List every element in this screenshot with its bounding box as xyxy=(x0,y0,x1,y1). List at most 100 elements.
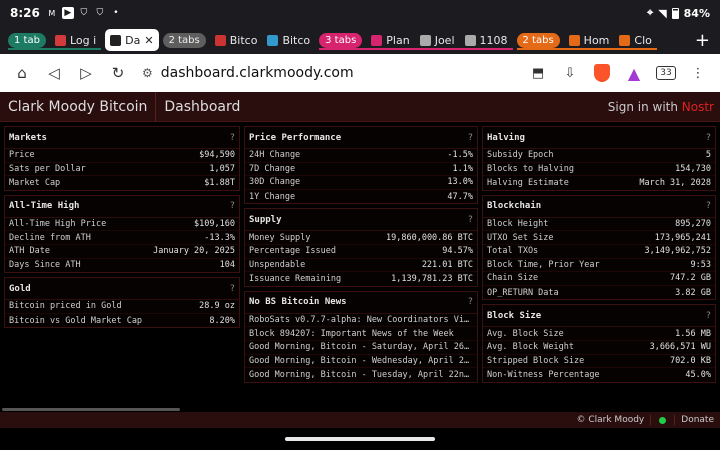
tab-group-label[interactable]: 2 tabs xyxy=(516,32,560,48)
metric-label: Market Cap xyxy=(9,177,61,188)
battery-level: 84% xyxy=(683,6,710,20)
site-brand[interactable]: Clark Moody Bitcoin xyxy=(0,91,157,122)
metric-value: 1.56 MB xyxy=(675,328,711,339)
location-icon: ⌖ xyxy=(646,6,654,19)
site-footer: © Clark Moody Donate xyxy=(0,412,720,428)
metric-label: Stripped Block Size xyxy=(487,355,585,366)
metric-value: 747.2 GB xyxy=(670,273,711,284)
download-button[interactable]: ⇩ xyxy=(554,58,586,88)
news-item[interactable]: RoboSats v0.7.7-alpha: New Coordinators … xyxy=(245,314,477,328)
news-item[interactable]: Good Morning, Bitcoin - Wednesday, April… xyxy=(245,355,477,369)
menu-button[interactable]: ⋮ xyxy=(682,58,714,88)
copyright: © Clark Moody xyxy=(571,415,652,425)
help-icon[interactable]: ? xyxy=(468,133,473,143)
news-headline[interactable]: Good Morning, Bitcoin - Wednesday, April… xyxy=(249,356,473,366)
tab-label: Hom xyxy=(583,33,610,47)
battery-icon xyxy=(671,7,679,19)
metric-value: 94.57% xyxy=(442,246,473,257)
site-settings-icon[interactable]: ⚙ xyxy=(142,66,153,80)
gesture-handle[interactable] xyxy=(285,437,435,441)
metric-label: Avg. Block Weight xyxy=(487,342,574,353)
brave-shields-button[interactable] xyxy=(586,58,618,88)
url-field[interactable]: ⚙ dashboard.clarkmoody.com xyxy=(142,65,522,81)
news-item[interactable]: Good Morning, Bitcoin - Saturday, April … xyxy=(245,341,477,355)
tab-strip: 1 tab Log i Da ✕ 2 tabs Bitco Bitco 3 tabs Plan J… xyxy=(0,26,720,54)
download-icon: ⇩ xyxy=(564,65,576,81)
news-item[interactable]: Block 894207: Important News of the Week xyxy=(245,327,477,341)
tab-group: 1 tab Log i xyxy=(8,29,102,51)
metric-label: Bitcoin priced in Gold xyxy=(9,301,122,312)
metric-row: Block Time, Prior Year 9:53 xyxy=(483,259,715,273)
favicon-icon xyxy=(568,34,580,46)
news-headline[interactable]: RoboSats v0.7.7-alpha: New Coordinators … xyxy=(249,315,473,325)
help-icon[interactable]: ? xyxy=(230,284,235,294)
sign-in-link[interactable]: Sign in with Nostr xyxy=(608,100,714,114)
nostr-label: Nostr xyxy=(681,99,714,114)
help-icon[interactable]: ? xyxy=(230,201,235,211)
tab-label: Log i xyxy=(69,33,97,47)
metric-value: 13.0% xyxy=(447,177,473,188)
metric-value: 173,965,241 xyxy=(654,232,711,243)
metric-label: Days Since ATH xyxy=(9,260,81,271)
metric-value: 5 xyxy=(705,150,711,161)
news-headline[interactable]: Block 894207: Important News of the Week xyxy=(249,329,454,339)
favicon-icon xyxy=(464,34,476,46)
tab-group-label[interactable]: 3 tabs xyxy=(319,32,363,48)
dashboard-grid: Markets? Price $94,590 Sats per Dollar 1,057… xyxy=(0,126,720,408)
panel-block-size: Block Size? Avg. Block Size 1.56 MB Avg. Bl… xyxy=(482,304,716,383)
metric-row: All-Time High Price $109,160 xyxy=(5,218,239,232)
help-icon[interactable]: ? xyxy=(706,201,711,211)
tab-switcher-button[interactable]: 33 xyxy=(650,58,682,88)
help-icon[interactable]: ? xyxy=(706,311,711,321)
metric-value: 702.0 KB xyxy=(670,355,711,366)
brave-rewards-button[interactable]: ▲ xyxy=(618,58,650,88)
tab[interactable]: Bitco xyxy=(262,29,315,51)
back-button[interactable]: ◁ xyxy=(38,58,70,88)
home-button[interactable]: ⌂ xyxy=(6,58,38,88)
menu-icon: ⋮ xyxy=(691,65,705,81)
help-icon[interactable]: ? xyxy=(468,215,473,225)
help-icon[interactable]: ? xyxy=(468,297,473,307)
horizontal-scrollbar[interactable] xyxy=(2,408,180,411)
news-headline[interactable]: Good Morning, Bitcoin - Tuesday, April 2… xyxy=(249,370,473,380)
metric-label: UTXO Set Size xyxy=(487,232,554,243)
metric-value: -13.3% xyxy=(204,232,235,243)
forward-icon: ▷ xyxy=(80,64,92,82)
brave-lion-icon xyxy=(594,64,610,82)
metric-label: Price xyxy=(9,150,35,161)
status-right: ⌖ ◥ 84% xyxy=(647,6,710,20)
favicon-icon xyxy=(619,34,631,46)
news-item[interactable]: Good Morning, Bitcoin - Tuesday, April 2… xyxy=(245,368,477,382)
forward-button[interactable]: ▷ xyxy=(70,58,102,88)
panel-no-bs-bitcoin-news: No BS Bitcoin News? RoboSats v0.7.7-alpha… xyxy=(244,290,478,383)
panel-title: Gold? xyxy=(5,278,239,301)
metric-row: ATH Date January 20, 2025 xyxy=(5,245,239,259)
metric-row: 24H Change -1.5% xyxy=(245,149,477,163)
metric-row: Blocks to Halving 154,730 xyxy=(483,163,715,177)
new-tab-button[interactable]: + xyxy=(695,30,710,51)
metric-label: Decline from ATH xyxy=(9,232,91,243)
status-bar: 8:26 M ▶ ⛉ ⛉ • ⌖ ◥ 84% xyxy=(0,0,720,26)
tab-group-label[interactable]: 1 tab xyxy=(8,32,46,48)
news-headline[interactable]: Good Morning, Bitcoin - Saturday, April … xyxy=(249,342,473,352)
metric-value: March 31, 2028 xyxy=(639,177,711,188)
bookmark-button[interactable]: ⬒ xyxy=(522,58,554,88)
close-icon[interactable]: ✕ xyxy=(144,34,153,47)
metric-row: Percentage Issued 94.57% xyxy=(245,245,477,259)
tab-group-underline xyxy=(516,48,657,50)
tab-active[interactable]: Da ✕ xyxy=(105,29,159,51)
tab-group: 2 tabs Bitco Bitco xyxy=(162,29,316,51)
metric-row: Issuance Remaining 1,139,781.23 BTC xyxy=(245,272,477,286)
metric-label: Avg. Block Size xyxy=(487,328,564,339)
reload-button[interactable]: ↻ xyxy=(102,58,134,88)
metric-value: 154,730 xyxy=(675,163,711,174)
metric-row: Avg. Block Weight 3,666,571 WU xyxy=(483,341,715,355)
tab-group-label[interactable]: 2 tabs xyxy=(162,32,206,48)
donate-link[interactable]: Donate xyxy=(674,415,720,425)
tab-group-underline xyxy=(319,48,513,50)
help-icon[interactable]: ? xyxy=(230,133,235,143)
metric-value: 895,270 xyxy=(675,219,711,230)
help-icon[interactable]: ? xyxy=(706,133,711,143)
tab[interactable]: Bitco xyxy=(210,29,263,51)
panel-title: Halving? xyxy=(483,127,715,149)
